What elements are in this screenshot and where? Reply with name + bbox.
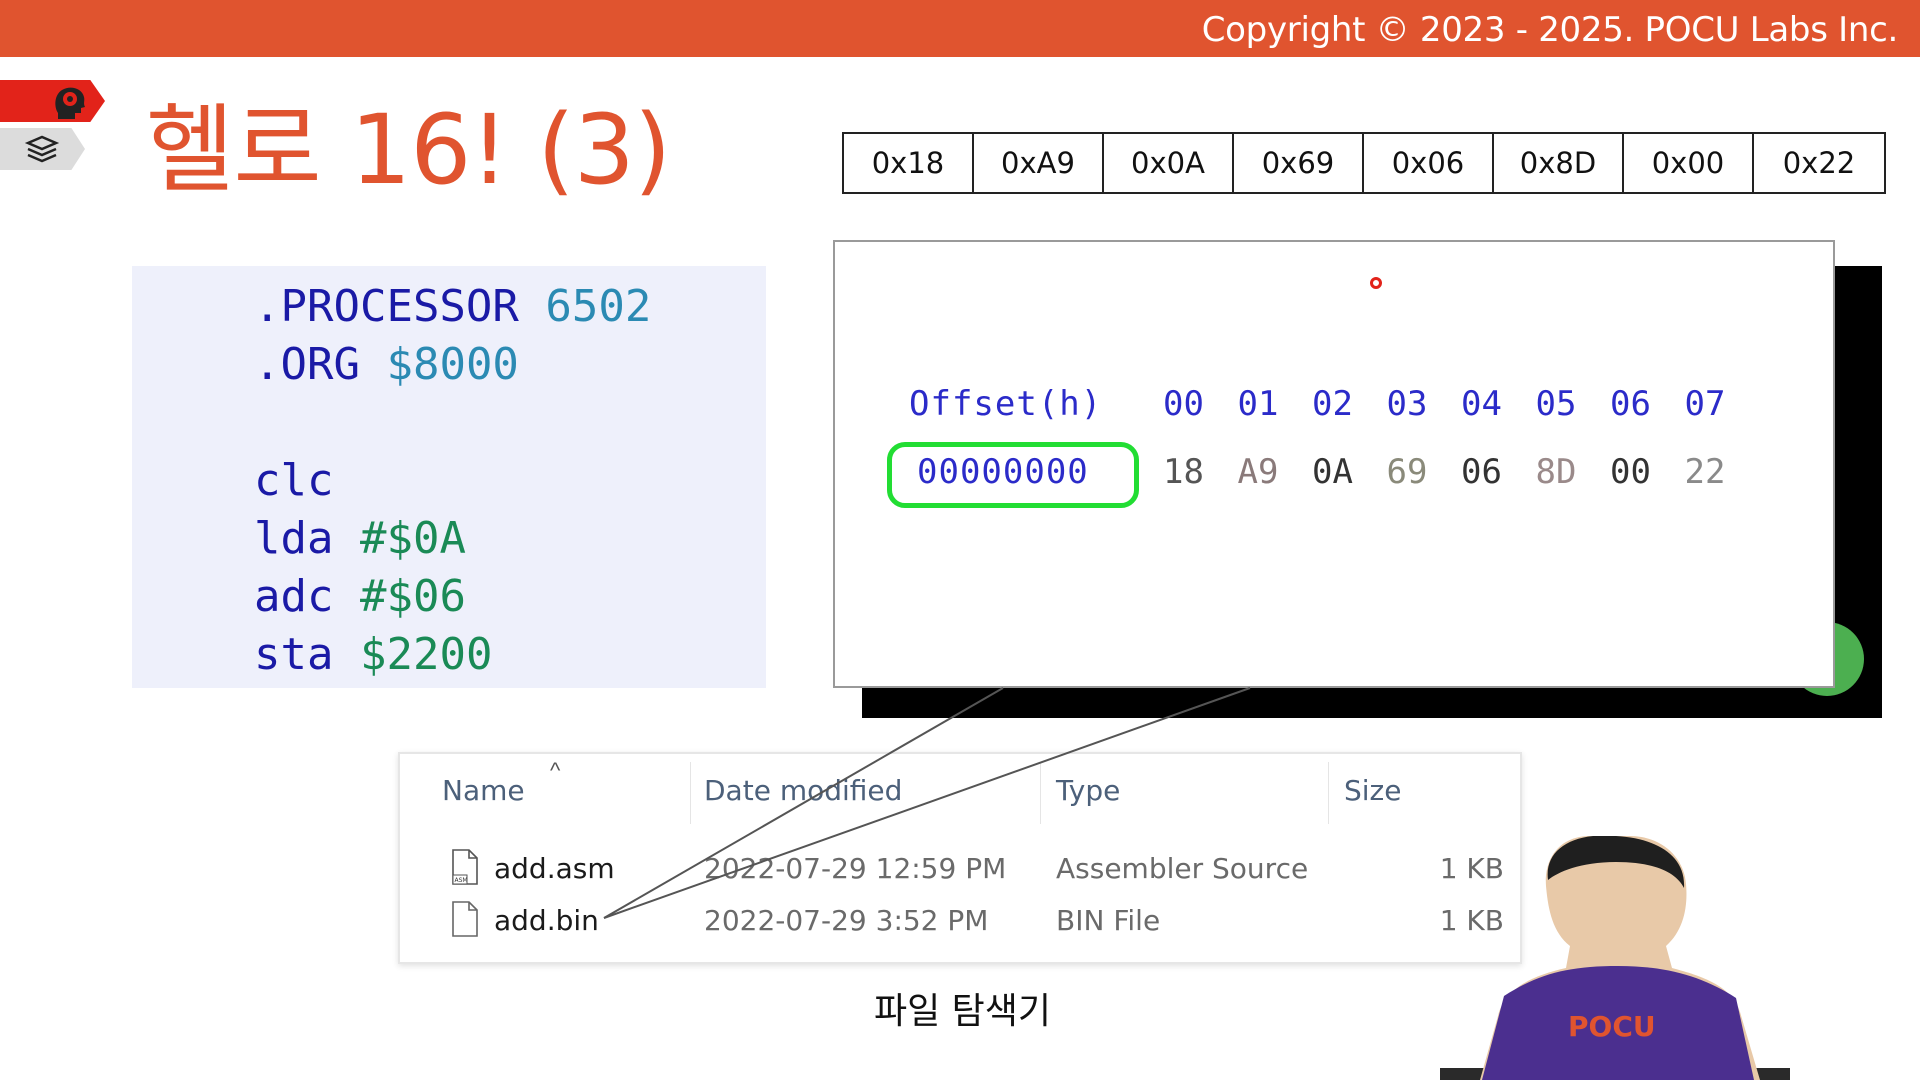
hex-value: A9: [1237, 452, 1279, 492]
column-divider[interactable]: [690, 762, 691, 824]
byte-cell: 0x06: [1364, 134, 1494, 192]
slide-title: 헬로 16! (3): [146, 94, 671, 206]
hex-editor-zoom: Offset(h) 00 01 02 03 04 05 06 07 000000…: [833, 240, 1835, 688]
column-divider[interactable]: [1040, 762, 1041, 824]
brain-head-icon: [55, 87, 85, 119]
column-header-size[interactable]: Size: [1344, 774, 1401, 807]
byte-cell: 0x00: [1624, 134, 1754, 192]
code-line: lda #$0A: [254, 513, 466, 564]
copyright-text: Copyright © 2023 - 2025. POCU Labs Inc.: [1201, 10, 1899, 50]
file-type: BIN File: [1056, 904, 1161, 937]
hex-column-header: 00: [1163, 384, 1204, 424]
column-header-type[interactable]: Type: [1056, 774, 1120, 807]
byte-cell: 0x69: [1234, 134, 1364, 192]
byte-cell: 0x8D: [1494, 134, 1624, 192]
stacked-books-icon: [24, 135, 60, 163]
byte-cell: 0x0A: [1104, 134, 1234, 192]
code-line: adc #$06: [254, 571, 466, 622]
sort-ascending-icon[interactable]: ^: [550, 758, 560, 784]
laser-pointer-dot: [1370, 277, 1382, 289]
hex-value: 18: [1163, 452, 1204, 492]
byte-cell: 0x18: [844, 134, 974, 192]
hex-column-header: 04: [1461, 384, 1502, 424]
hex-column-header: 07: [1684, 384, 1726, 424]
code-line: .ORG $8000: [254, 339, 519, 390]
file-date: 2022-07-29 3:52 PM: [704, 904, 989, 937]
hex-column-header: 02: [1312, 384, 1353, 424]
byte-cell: 0xA9: [974, 134, 1104, 192]
offset-header: Offset(h): [909, 384, 1103, 424]
code-line: .PROCESSOR 6502: [254, 281, 652, 332]
svg-text:POCU: POCU: [1568, 1010, 1656, 1043]
asm-file-icon: ASM: [452, 849, 478, 885]
hex-value: 06: [1461, 452, 1502, 492]
column-header-name[interactable]: Name: [442, 774, 525, 807]
file-row[interactable]: add.bin 2022-07-29 3:52 PM BIN File 1 KB: [400, 898, 1520, 944]
file-date: 2022-07-29 12:59 PM: [704, 852, 1007, 885]
byte-cell: 0x22: [1782, 146, 1856, 180]
file-name: add.bin: [494, 904, 599, 937]
hex-column-headers: 00 01 02 03 04 05 06 07: [1163, 384, 1759, 424]
svg-text:ASM: ASM: [455, 877, 468, 884]
column-divider[interactable]: [1328, 762, 1329, 824]
file-explorer-window: ^ Name Date modified Type Size ASM add.a…: [398, 752, 1522, 964]
file-row[interactable]: ASM add.asm 2022-07-29 12:59 PM Assemble…: [400, 846, 1520, 892]
hex-byte-values: 18 A9 0A 69 06 8D 00 22: [1163, 452, 1759, 492]
code-line: clc: [254, 455, 334, 506]
presenter-video: POCU: [1440, 836, 1790, 1080]
header-bar: Copyright © 2023 - 2025. POCU Labs Inc.: [0, 0, 1920, 57]
row-address: 00000000: [917, 452, 1089, 492]
hex-column-header: 01: [1237, 384, 1279, 424]
hex-value: 69: [1386, 452, 1428, 492]
byte-sequence: 0x18 0xA9 0x0A 0x69 0x06 0x8D 0x00 0x22: [842, 132, 1886, 194]
column-header-date[interactable]: Date modified: [704, 774, 902, 807]
file-type: Assembler Source: [1056, 852, 1309, 885]
code-line: sta $2200: [254, 629, 493, 680]
blank-file-icon: [452, 901, 478, 937]
file-name: add.asm: [494, 852, 615, 885]
hex-column-header: 03: [1386, 384, 1428, 424]
hex-value: 0A: [1312, 452, 1353, 492]
assembly-code-block: .PROCESSOR 6502 .ORG $8000 clc lda #$0A …: [132, 266, 766, 688]
hex-value: 8D: [1535, 452, 1577, 492]
hex-column-header: 06: [1610, 384, 1651, 424]
hex-value: 00: [1610, 452, 1651, 492]
hex-column-header: 05: [1535, 384, 1577, 424]
hex-value: 22: [1684, 452, 1726, 492]
